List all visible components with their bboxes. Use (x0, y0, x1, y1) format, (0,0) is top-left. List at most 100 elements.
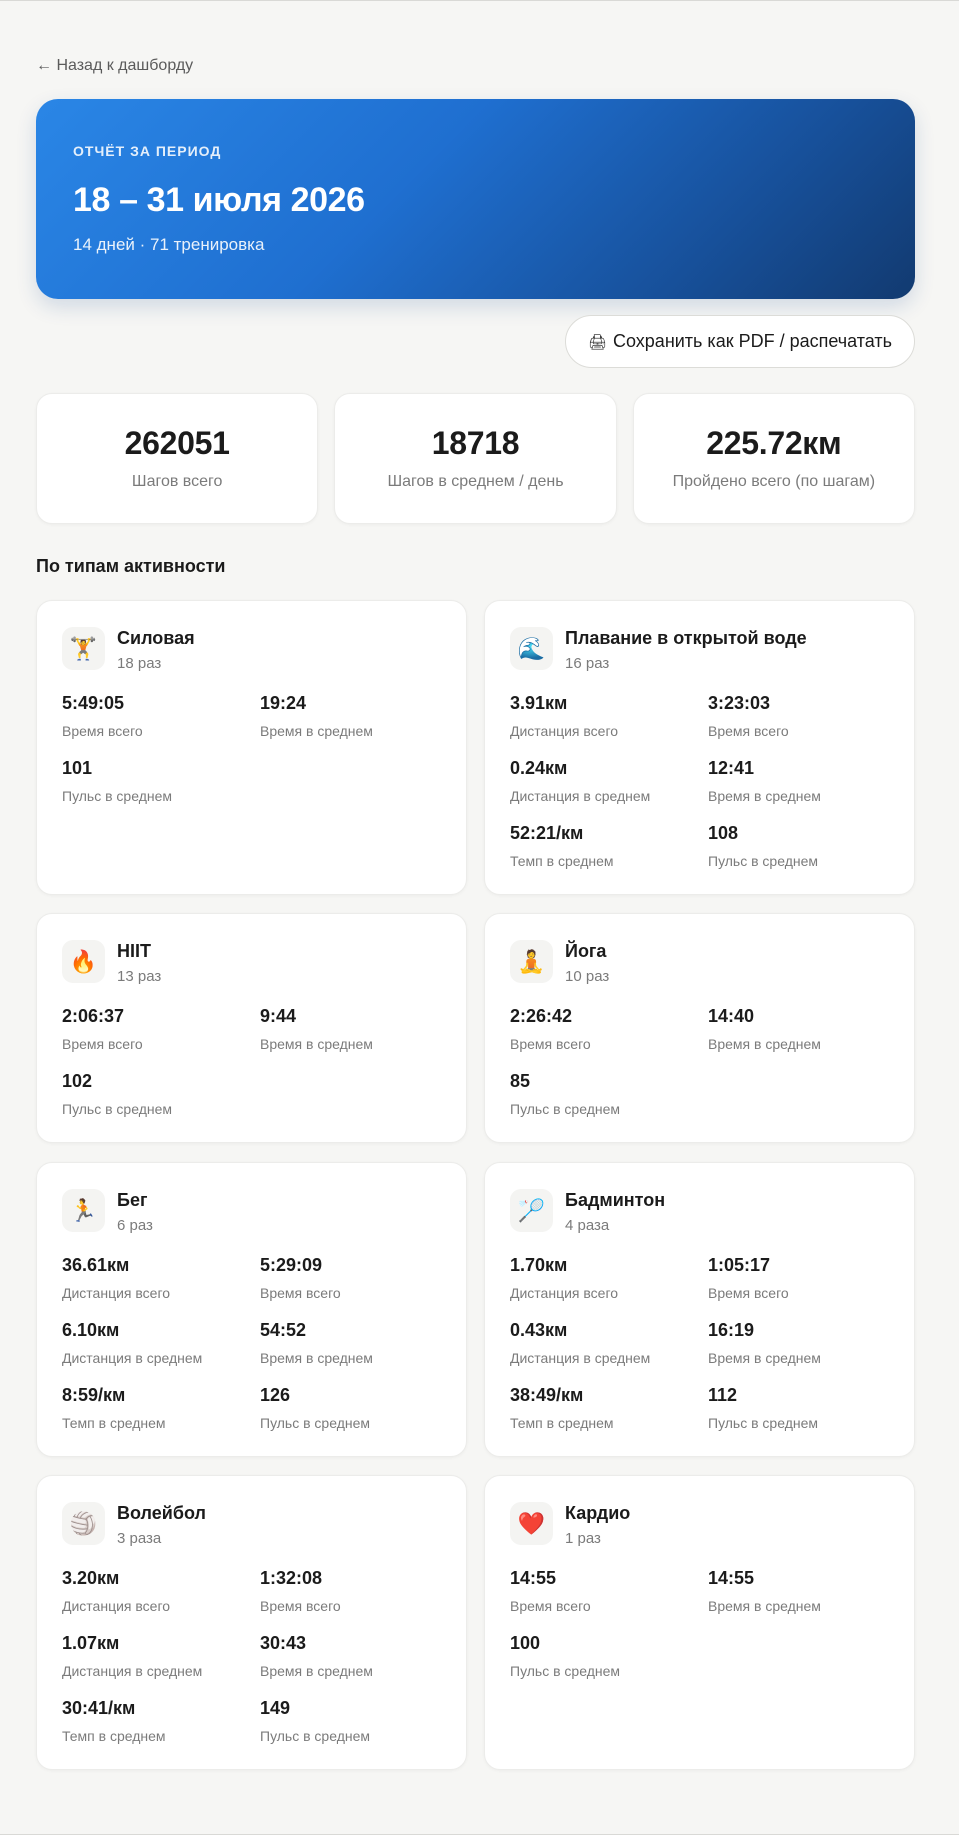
printer-icon: 🖨 (587, 333, 607, 351)
activity-count: 13 раз (117, 968, 162, 985)
activity-count: 1 раз (565, 1530, 601, 1547)
activity-name: Бег (117, 1190, 148, 1210)
metric-label: Время всего (260, 1285, 341, 1301)
badminton-icon: 🏸 (510, 1189, 553, 1232)
metric-value: 0.24км (510, 758, 568, 778)
metric-value: 3:23:03 (708, 693, 771, 713)
stat-card-total-steps: 262051 Шагов всего (36, 393, 319, 524)
metric-label: Время всего (62, 1036, 143, 1052)
activity-metric: 14:55 Время в среднем (708, 1568, 898, 1614)
metric-label: Время в среднем (708, 1350, 821, 1366)
metric-label: Темп в среднем (62, 1728, 166, 1744)
activity-card: 🌊 Плавание в открытой воде 16 раз 3.91км Дис… (484, 600, 915, 895)
back-to-dashboard-link[interactable]: ← Назад к дашборду (36, 57, 193, 75)
activity-name: Йога (565, 941, 607, 961)
activity-card: 🧘 Йога 10 раз 2:26:42 Время всего 14:40 Время … (484, 913, 915, 1143)
metric-label: Пульс в среднем (62, 1101, 173, 1117)
metric-label: Дистанция в среднем (62, 1350, 203, 1366)
stat-value: 225.72км (706, 425, 842, 461)
metric-value: 3.91км (510, 693, 568, 713)
activity-metric: 14:55 Время всего (510, 1568, 700, 1614)
metric-label: Время в среднем (260, 1036, 373, 1052)
weightlifting-icon: 🏋️ (62, 627, 105, 670)
metric-value: 0.43км (510, 1320, 568, 1340)
metric-value: 30:41/км (62, 1698, 136, 1718)
activity-card: 🏐 Волейбол 3 раза 3.20км Дистанция всего 1:32… (36, 1475, 467, 1770)
activity-name: Кардио (565, 1503, 631, 1523)
metric-label: Время в среднем (260, 1350, 373, 1366)
stat-label: Шагов всего (131, 473, 223, 490)
activity-metric: 0.43км Дистанция в среднем (510, 1320, 700, 1366)
metric-value: 14:55 (510, 1568, 557, 1588)
metric-label: Время всего (260, 1598, 341, 1614)
metric-label: Время в среднем (260, 1663, 373, 1679)
activity-count: 3 раза (117, 1530, 162, 1547)
activity-name: HIIT (117, 941, 151, 961)
metric-value: 36.61км (62, 1255, 130, 1275)
activity-metric: 85 Пульс в среднем (510, 1071, 700, 1117)
metric-value: 101 (62, 758, 93, 778)
metric-label: Время всего (708, 723, 789, 739)
metric-label: Время всего (62, 723, 143, 739)
activity-metric: 16:19 Время в среднем (708, 1320, 898, 1366)
metric-value: 54:52 (260, 1320, 307, 1340)
report-header-banner: ОТЧЁТ ЗА ПЕРИОД 18 – 31 июля 2026 14 дне… (36, 99, 915, 299)
metric-value: 16:19 (708, 1320, 755, 1340)
save-pdf-print-button[interactable]: 🖨 Сохранить как PDF / распечатать (565, 315, 915, 368)
metric-label: Пульс в среднем (510, 1663, 621, 1679)
activity-count: 16 раз (565, 655, 610, 672)
activity-metric: 14:40 Время в среднем (708, 1006, 898, 1052)
metric-label: Пульс в среднем (708, 853, 819, 869)
activity-metric: 1:05:17 Время всего (708, 1255, 898, 1301)
metric-value: 12:41 (708, 758, 755, 778)
stat-value: 262051 (124, 425, 230, 461)
activity-metric: 3.20км Дистанция всего (62, 1568, 252, 1614)
volleyball-icon: 🏐 (62, 1502, 105, 1545)
activity-metric: 30:43 Время в среднем (260, 1633, 450, 1679)
activity-metric: 30:41/км Темп в среднем (62, 1698, 252, 1744)
activity-count: 18 раз (117, 655, 162, 672)
metric-label: Дистанция всего (510, 723, 619, 739)
activity-metric: 2:26:42 Время всего (510, 1006, 700, 1052)
activity-metric: 112 Пульс в среднем (708, 1385, 898, 1431)
metric-label: Дистанция всего (510, 1285, 619, 1301)
metric-label: Время в среднем (708, 1598, 821, 1614)
activity-metric: 52:21/км Темп в среднем (510, 823, 700, 869)
metric-value: 8:59/км (62, 1385, 126, 1405)
metric-value: 19:24 (260, 693, 307, 713)
activity-card: 🏃 Бег 6 раз 36.61км Дистанция всего 5:29:09 Вр… (36, 1162, 467, 1457)
metric-label: Темп в среднем (62, 1415, 166, 1431)
activity-types-heading: По типам активности (36, 556, 226, 576)
metric-value: 108 (708, 823, 739, 843)
report-period-summary: 14 дней · 71 тренировка (73, 235, 265, 254)
metric-value: 30:43 (260, 1633, 307, 1653)
step-summary-stats: 262051 Шагов всего 18718 Шагов в среднем… (36, 393, 915, 524)
yoga-icon: 🧘 (510, 940, 553, 983)
activity-card: 🏋️ Силовая 18 раз 5:49:05 Время всего 19:24 Вр… (36, 600, 467, 895)
activity-metric: 1.70км Дистанция всего (510, 1255, 700, 1301)
activity-metric: 5:29:09 Время всего (260, 1255, 450, 1301)
metric-value: 1:32:08 (260, 1568, 323, 1588)
activity-metric: 0.24км Дистанция в среднем (510, 758, 700, 804)
activity-count: 6 раз (117, 1217, 153, 1234)
running-icon: 🏃 (62, 1189, 105, 1232)
metric-label: Время в среднем (260, 723, 373, 739)
metric-label: Дистанция в среднем (510, 788, 651, 804)
activity-metric: 1.07км Дистанция в среднем (62, 1633, 252, 1679)
activity-metric: 8:59/км Темп в среднем (62, 1385, 252, 1431)
activity-metric: 101 Пульс в среднем (62, 758, 252, 804)
metric-label: Дистанция всего (62, 1598, 171, 1614)
activity-count: 4 раза (565, 1217, 610, 1234)
metric-value: 102 (62, 1071, 93, 1091)
activity-count: 10 раз (565, 968, 610, 985)
activity-name: Бадминтон (565, 1190, 666, 1210)
stat-card-avg-steps: 18718 Шагов в среднем / день (334, 393, 617, 524)
metric-value: 149 (260, 1698, 291, 1718)
metric-value: 100 (510, 1633, 541, 1653)
metric-value: 1.07км (62, 1633, 120, 1653)
metric-label: Дистанция в среднем (62, 1663, 203, 1679)
metric-label: Время в среднем (708, 788, 821, 804)
metric-value: 112 (708, 1385, 738, 1405)
activity-card: 🔥 HIIT 13 раз 2:06:37 Время всего 9:44 Время в… (36, 913, 467, 1143)
metric-label: Дистанция всего (62, 1285, 171, 1301)
